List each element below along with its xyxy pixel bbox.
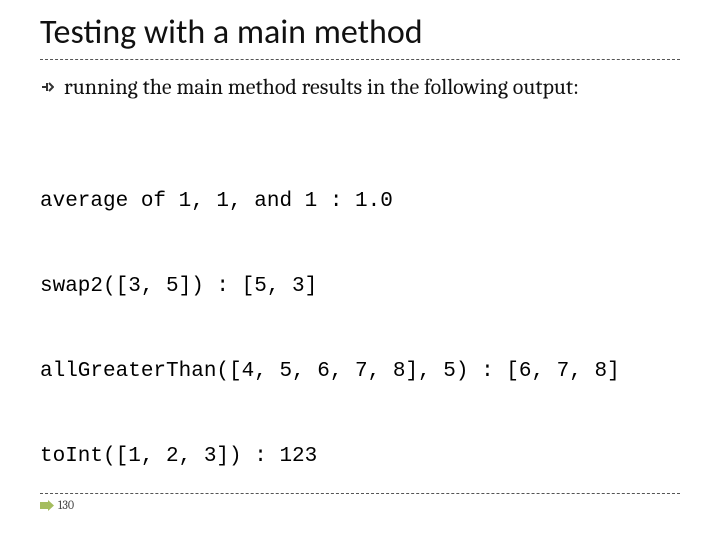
bullet-item: running the main method results in the f… [40,74,680,102]
bullet-icon [40,80,54,98]
page-number: 130 [58,498,74,512]
code-line: toInt([1, 2, 3]) : 123 [40,443,680,471]
footer-divider [40,493,680,494]
arrow-icon [40,500,54,511]
code-line: average of 1, 1, and 1 : 1.0 [40,188,680,216]
slide: Testing with a main method running the m… [0,0,720,540]
title-block: Testing with a main method [0,0,720,60]
bullet-text: running the main method results in the f… [64,74,579,102]
page-title: Testing with a main method [40,12,680,53]
code-line: swap2([3, 5]) : [5, 3] [40,273,680,301]
body-block: running the main method results in the f… [0,60,720,102]
footer-row: 130 [40,498,680,512]
code-output: average of 1, 1, and 1 : 1.0 swap2([3, 5… [0,102,720,529]
footer: 130 [40,493,680,512]
code-line: allGreaterThan([4, 5, 6, 7, 8], 5) : [6,… [40,358,680,386]
